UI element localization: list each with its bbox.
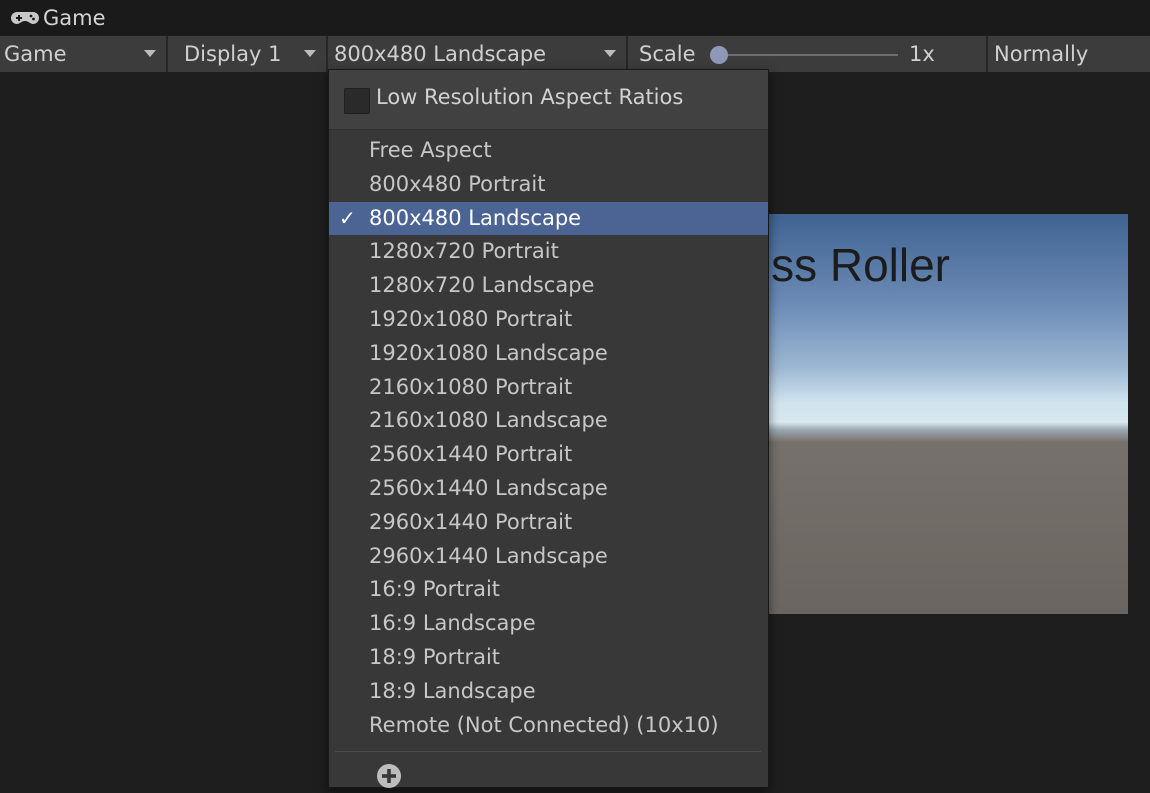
game-toolbar: Game Display 1 800x480 Landscape Scale 1… xyxy=(0,36,1150,72)
resolution-option[interactable]: 18:9 Landscape xyxy=(329,675,768,709)
scale-value-text: 1x xyxy=(909,42,935,66)
window-tab-bar: Game xyxy=(0,0,1150,35)
resolution-menu: Low Resolution Aspect Ratios Free Aspect… xyxy=(328,69,769,788)
resolution-option-label: 18:9 Portrait xyxy=(369,644,501,669)
toolbar-divider xyxy=(326,36,328,72)
resolution-label: 800x480 Landscape xyxy=(334,42,547,66)
resolution-option-label: 1920x1080 Landscape xyxy=(369,340,608,365)
game-mode-dropdown[interactable]: Game xyxy=(4,36,164,72)
resolution-option-label: 16:9 Landscape xyxy=(369,611,536,636)
chevron-down-icon xyxy=(604,50,616,57)
resolution-option[interactable]: 16:9 Portrait xyxy=(329,573,768,607)
scale-slider-track[interactable] xyxy=(718,54,898,56)
toolbar-divider xyxy=(986,36,988,72)
checkmark-icon: ✓ xyxy=(339,205,356,230)
resolution-option-label: 2560x1440 Portrait xyxy=(369,442,573,467)
low-resolution-toggle-row[interactable]: Low Resolution Aspect Ratios xyxy=(329,70,768,130)
resolution-option[interactable]: 1280x720 Landscape xyxy=(329,269,768,303)
resolution-option[interactable]: ✓ 800x480 Landscape xyxy=(329,201,768,236)
play-mode-label: Normally xyxy=(994,42,1089,66)
add-resolution-button[interactable] xyxy=(376,763,402,793)
gamepad-icon xyxy=(11,11,39,24)
resolution-option-label: 2960x1440 Portrait xyxy=(369,509,573,534)
resolution-option-label: 800x480 Landscape xyxy=(369,205,582,230)
resolution-option[interactable]: 16:9 Landscape xyxy=(329,607,768,641)
resolution-option[interactable]: 1920x1080 Portrait xyxy=(329,303,768,337)
resolution-option-label: 2160x1080 Landscape xyxy=(369,408,608,433)
display-label: Display 1 xyxy=(184,42,282,66)
resolution-option-label: 800x480 Portrait xyxy=(369,171,546,196)
resolution-option[interactable]: Remote (Not Connected) (10x10) xyxy=(329,709,768,743)
resolution-option-label: 2560x1440 Landscape xyxy=(369,475,608,500)
resolution-option[interactable]: 1920x1080 Landscape xyxy=(329,337,768,371)
resolution-option-label: 2160x1080 Portrait xyxy=(369,374,573,399)
plus-circle-icon xyxy=(377,764,401,788)
resolution-option[interactable]: 2560x1440 Portrait xyxy=(329,438,768,472)
toolbar-divider xyxy=(626,36,628,72)
chevron-down-icon xyxy=(144,50,156,57)
game-tab[interactable]: Game xyxy=(0,0,106,35)
resolution-option-label: 1280x720 Portrait xyxy=(369,239,559,264)
resolution-option[interactable]: 2960x1440 Portrait xyxy=(329,506,768,540)
low-resolution-label: Low Resolution Aspect Ratios xyxy=(376,85,684,109)
low-resolution-checkbox[interactable] xyxy=(344,88,370,114)
resolution-option[interactable]: 2160x1080 Landscape xyxy=(329,404,768,438)
resolution-option-label: Remote (Not Connected) (10x10) xyxy=(369,712,719,737)
resolution-option-label: Free Aspect xyxy=(369,138,492,162)
resolution-option[interactable]: 1280x720 Portrait xyxy=(329,235,768,269)
resolution-option[interactable]: 800x480 Portrait xyxy=(329,168,768,202)
resolution-dropdown[interactable]: 800x480 Landscape xyxy=(334,36,624,72)
game-mode-label: Game xyxy=(4,42,67,66)
scale-label: Scale xyxy=(639,36,696,72)
tab-title: Game xyxy=(43,5,106,30)
resolution-option[interactable]: 2560x1440 Landscape xyxy=(329,472,768,506)
chevron-down-icon xyxy=(304,50,316,57)
scale-value: 1x xyxy=(909,36,935,72)
toolbar-divider xyxy=(166,36,168,72)
resolution-option-label: 1920x1080 Portrait xyxy=(369,306,573,331)
resolution-option-label: 16:9 Portrait xyxy=(369,577,501,602)
scale-slider-handle[interactable] xyxy=(710,46,728,64)
resolution-option[interactable]: 2960x1440 Landscape xyxy=(329,540,768,574)
play-mode-dropdown[interactable]: Normally xyxy=(994,36,1150,72)
resolution-option[interactable]: 18:9 Portrait xyxy=(329,641,768,675)
scale-label-text: Scale xyxy=(639,42,696,66)
menu-divider xyxy=(335,751,761,752)
display-dropdown[interactable]: Display 1 xyxy=(184,36,324,72)
resolution-option-label: 2960x1440 Landscape xyxy=(369,543,608,568)
resolution-option-label: 18:9 Landscape xyxy=(369,678,536,703)
resolution-option[interactable]: 2160x1080 Portrait xyxy=(329,371,768,405)
resolution-list: Free Aspect 800x480 Portrait ✓ 800x480 Land… xyxy=(329,134,768,742)
resolution-option-label: 1280x720 Landscape xyxy=(369,273,595,298)
resolution-option[interactable]: Free Aspect xyxy=(329,134,768,168)
